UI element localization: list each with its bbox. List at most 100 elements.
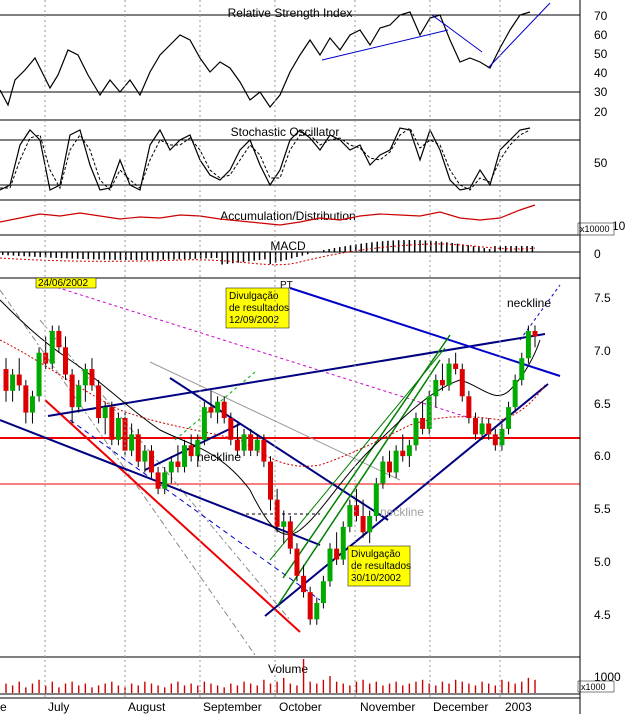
candle-body bbox=[367, 515, 373, 533]
volume-bar bbox=[117, 685, 120, 693]
candle-body bbox=[228, 418, 234, 440]
candle-body bbox=[208, 407, 214, 413]
volume-unit: x1000 bbox=[581, 682, 606, 692]
price-tick-5.0: 5.0 bbox=[594, 555, 611, 569]
macd-bar bbox=[157, 252, 159, 260]
volume-bar bbox=[421, 679, 424, 693]
macd-bar bbox=[301, 252, 304, 256]
macd-bar bbox=[306, 252, 309, 255]
macd-bar bbox=[178, 252, 181, 260]
candle-body bbox=[10, 374, 16, 391]
volume-bar bbox=[349, 685, 351, 693]
macd-bar bbox=[12, 252, 15, 256]
macd-bar bbox=[413, 240, 416, 252]
volume-bar bbox=[130, 683, 133, 693]
volume-bar bbox=[197, 685, 199, 693]
candle-body bbox=[373, 483, 379, 516]
candle-body bbox=[23, 385, 29, 413]
grey-dashdot-1 bbox=[0, 289, 256, 656]
candle-body bbox=[16, 374, 22, 386]
volume-bar bbox=[368, 683, 371, 693]
macd-bar bbox=[403, 240, 405, 252]
macd-signal-line bbox=[0, 243, 536, 266]
macd-bar bbox=[424, 240, 427, 252]
macd-bar bbox=[194, 252, 197, 259]
candle-body bbox=[135, 434, 141, 462]
volume-bar bbox=[51, 681, 53, 693]
candle-body bbox=[406, 445, 412, 457]
x-label-october: October bbox=[279, 700, 322, 714]
macd-bar bbox=[312, 252, 314, 253]
price-tick-6.0: 6.0 bbox=[594, 449, 611, 463]
candle-body bbox=[446, 363, 452, 386]
candle-body bbox=[29, 396, 35, 413]
candle-body bbox=[301, 575, 307, 593]
macd-bar bbox=[237, 252, 239, 263]
volume-bar bbox=[210, 683, 212, 693]
volume-bar bbox=[157, 685, 159, 693]
candle-body bbox=[168, 461, 174, 473]
macd-bar bbox=[258, 252, 261, 260]
volume-bar bbox=[31, 683, 34, 693]
candle-body bbox=[261, 439, 267, 462]
macd-bar bbox=[371, 242, 373, 252]
volume-bar bbox=[18, 681, 20, 693]
volume-bar bbox=[435, 685, 437, 693]
macd-bar bbox=[317, 251, 320, 252]
volume-bar bbox=[236, 685, 239, 693]
volume-bar bbox=[78, 685, 80, 693]
rsi-line bbox=[0, 11, 531, 109]
candle-body bbox=[439, 379, 445, 386]
x-label-july: July bbox=[48, 700, 69, 714]
macd-bar bbox=[119, 252, 122, 260]
macd-bar bbox=[135, 252, 138, 260]
macd-title: MACD bbox=[270, 239, 306, 253]
rsi-tick-40: 40 bbox=[594, 66, 608, 80]
candle-body bbox=[479, 423, 485, 435]
candle-body bbox=[426, 396, 432, 429]
result1-line2: de resultados bbox=[229, 303, 289, 314]
volume-bar bbox=[494, 685, 497, 693]
price-candles bbox=[3, 325, 538, 625]
macd-bar bbox=[92, 252, 95, 260]
volume-bar bbox=[243, 681, 245, 693]
candle-body bbox=[472, 418, 478, 435]
candle-body bbox=[506, 407, 512, 429]
ad-unit: x10000 bbox=[580, 224, 610, 234]
macd-bar bbox=[408, 240, 411, 252]
candle-body bbox=[347, 505, 353, 527]
volume-bar bbox=[355, 681, 358, 693]
macd-bar bbox=[381, 241, 384, 252]
neckline-label-3: neckline bbox=[507, 296, 551, 310]
candle-body bbox=[268, 461, 273, 500]
candle-body bbox=[512, 379, 518, 408]
candle-body bbox=[334, 548, 340, 560]
volume-bar bbox=[203, 681, 206, 693]
candle-body bbox=[248, 434, 254, 451]
volume-bar bbox=[454, 679, 457, 693]
price-tick-6.5: 6.5 bbox=[594, 397, 611, 411]
macd-bar bbox=[488, 249, 491, 252]
candle-body bbox=[215, 401, 221, 413]
date-top-label: 24/06/2002 bbox=[38, 278, 88, 289]
candle-body bbox=[340, 526, 346, 560]
macd-bar bbox=[7, 252, 9, 256]
volume-bar bbox=[289, 683, 292, 693]
macd-bar bbox=[365, 242, 368, 252]
macd-bar bbox=[146, 252, 148, 260]
x-label-december: December bbox=[433, 700, 488, 714]
macd-bar bbox=[205, 252, 207, 259]
volume-bar bbox=[474, 685, 477, 693]
candle-body bbox=[115, 418, 121, 440]
candle-body bbox=[307, 592, 313, 620]
candle-body bbox=[76, 385, 82, 408]
volume-bar bbox=[501, 679, 503, 693]
macd-bar bbox=[55, 252, 57, 258]
candle-body bbox=[36, 352, 42, 397]
candle-body bbox=[221, 401, 227, 419]
price-tick-4.5: 4.5 bbox=[594, 608, 611, 622]
candle-body bbox=[433, 379, 439, 397]
candle-body bbox=[492, 434, 498, 446]
volume-bar bbox=[296, 685, 298, 693]
macd-bar bbox=[141, 252, 143, 260]
